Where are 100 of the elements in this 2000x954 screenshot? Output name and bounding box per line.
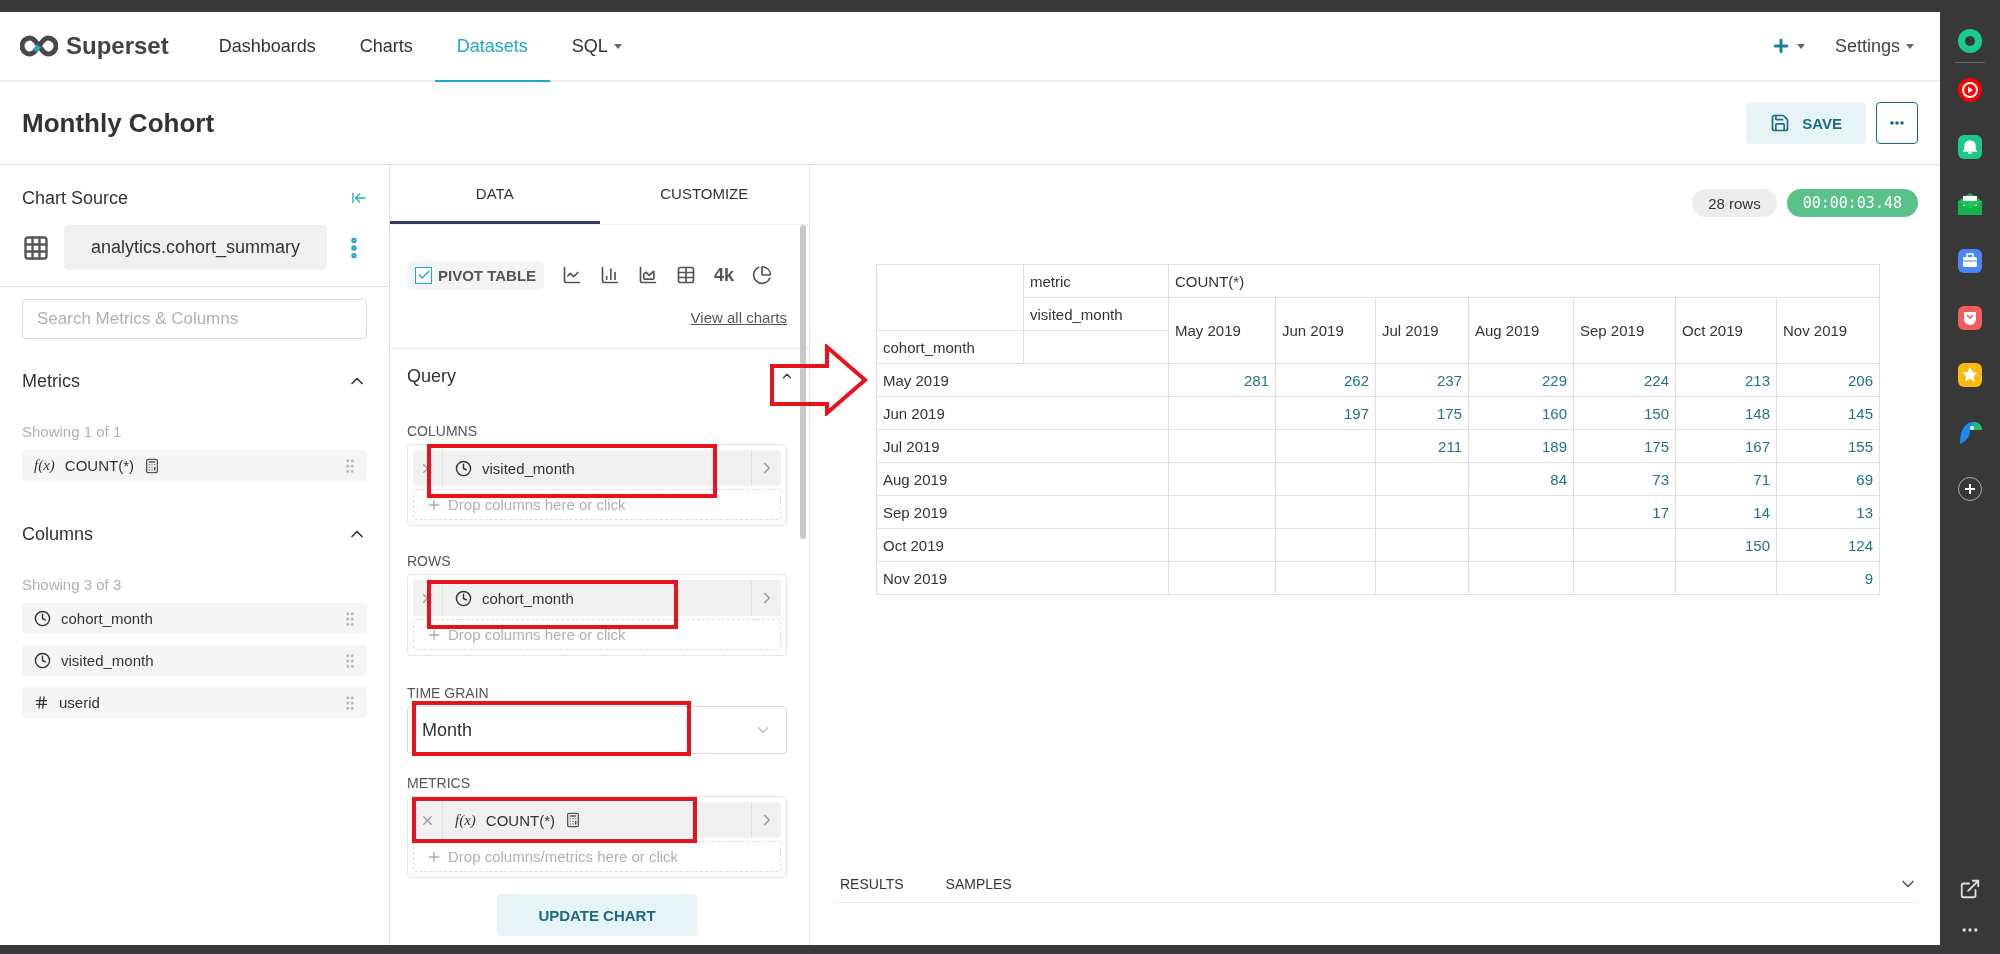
- bird-icon[interactable]: [1957, 419, 1983, 445]
- clock-icon: [34, 610, 51, 627]
- header-cell: cohort_month: [876, 330, 1024, 364]
- view-all-link[interactable]: View all charts: [690, 309, 787, 326]
- header-cell: Jul 2019: [1375, 297, 1469, 364]
- table-cell: 145: [1776, 396, 1880, 430]
- pill-label: COUNT(*): [485, 811, 555, 829]
- section-title: Metrics: [22, 370, 80, 392]
- table-icon[interactable]: [676, 265, 697, 285]
- table-cell: 213: [1675, 363, 1777, 397]
- nav-link[interactable]: Dashboards: [196, 12, 338, 82]
- area-chart-icon[interactable]: [638, 265, 659, 285]
- table-cell: 237: [1375, 363, 1469, 397]
- table-cell: 281: [1168, 363, 1276, 397]
- table-cell: 17: [1573, 495, 1676, 529]
- row-header-cell: Jun 2019: [876, 396, 1169, 430]
- timer-badge: 00:00:03.48: [1786, 189, 1918, 217]
- pie-chart-icon[interactable]: [752, 265, 773, 285]
- section-title: Columns: [22, 523, 94, 545]
- play-icon[interactable]: [1957, 77, 1983, 103]
- ellipsis-icon: [1890, 121, 1904, 125]
- update-chart-button[interactable]: UPDATE CHART: [497, 894, 697, 936]
- calculator-icon: [565, 812, 581, 828]
- save-button[interactable]: SAVE: [1746, 102, 1866, 144]
- item-label: cohort_month: [61, 610, 153, 627]
- table-cell: 150: [1675, 528, 1777, 562]
- bar-chart-icon[interactable]: [600, 265, 621, 285]
- table-cell: 167: [1675, 429, 1777, 463]
- row-header-cell: Sep 2019: [876, 495, 1169, 529]
- table-cell: 71: [1675, 462, 1777, 496]
- table-cell: 148: [1675, 396, 1777, 430]
- chart-type-chip[interactable]: PIVOT TABLE: [407, 260, 545, 290]
- brand-name: Superset: [66, 32, 169, 60]
- row-count-badge: 28 rows: [1692, 189, 1777, 217]
- table-cell: 14: [1675, 495, 1777, 529]
- external-link-icon[interactable]: [1959, 878, 1981, 900]
- header-cell: Jun 2019: [1275, 297, 1376, 364]
- table-cell: 229: [1468, 363, 1574, 397]
- bell-icon[interactable]: [1957, 134, 1983, 160]
- header-cell: COUNT(*): [1168, 264, 1880, 298]
- section-title: Query: [407, 365, 457, 387]
- control-label: TIME GRAIN: [407, 685, 490, 701]
- tab[interactable]: DATA: [390, 165, 600, 224]
- line-chart-icon[interactable]: [562, 265, 583, 285]
- control-label: ROWS: [407, 553, 452, 569]
- list-item[interactable]: userid: [22, 687, 367, 718]
- row-header-cell: Aug 2019: [876, 462, 1169, 496]
- selected-pill[interactable]: cohort_month: [413, 580, 781, 616]
- selected-pill[interactable]: visited_month: [413, 450, 781, 486]
- table-cell: 211: [1375, 429, 1469, 463]
- envelope-icon[interactable]: [1957, 191, 1983, 217]
- table-cell: 9: [1776, 561, 1880, 595]
- list-item[interactable]: cohort_month: [22, 603, 367, 634]
- table-cell: 160: [1468, 396, 1574, 430]
- list-item[interactable]: f(x) COUNT(*): [22, 450, 367, 481]
- search-field[interactable]: Search Metrics & Columns: [22, 299, 367, 339]
- item-count: Showing 3 of 3: [21, 576, 123, 593]
- settings-menu[interactable]: Settings: [1828, 12, 1920, 80]
- table-cell: 69: [1776, 462, 1880, 496]
- table-cell: 189: [1468, 429, 1574, 463]
- function-symbol: f(x): [34, 457, 55, 474]
- briefcase-icon[interactable]: [1957, 248, 1983, 274]
- list-item[interactable]: visited_month: [22, 645, 367, 676]
- panel-title: Chart Source: [22, 187, 129, 209]
- header-cell: visited_month: [1023, 297, 1169, 331]
- hash-icon: [34, 695, 49, 710]
- header-cell: Sep 2019: [1573, 297, 1676, 364]
- ring-icon[interactable]: [1957, 28, 1983, 54]
- table-cell: 13: [1776, 495, 1880, 529]
- caret-icon: [1906, 43, 1914, 49]
- table-cell: 124: [1776, 528, 1880, 562]
- big-number-type[interactable]: 4k: [714, 264, 735, 286]
- checkbox[interactable]: [415, 266, 432, 284]
- logo-icon: [20, 35, 58, 57]
- collapse-icon[interactable]: [351, 190, 367, 206]
- bookmark-icon[interactable]: [1957, 305, 1983, 331]
- table-cell: 150: [1573, 396, 1676, 430]
- more-button[interactable]: [1876, 102, 1918, 144]
- table-cell: 224: [1573, 363, 1676, 397]
- row-header-cell: Nov 2019: [876, 561, 1169, 595]
- row-header-cell: Jul 2019: [876, 429, 1169, 463]
- header-cell: Nov 2019: [1776, 297, 1880, 364]
- calculator-icon: [144, 457, 160, 474]
- table-cell: 73: [1573, 462, 1676, 496]
- clock-icon: [455, 459, 472, 477]
- add-icon[interactable]: [1957, 476, 1983, 502]
- control-label: COLUMNS: [407, 423, 478, 439]
- tab[interactable]: RESULTS: [840, 875, 904, 892]
- row-header-cell: May 2019: [876, 363, 1169, 397]
- select-field[interactable]: Month: [407, 706, 787, 754]
- tab[interactable]: CUSTOMIZE: [599, 165, 809, 224]
- nav-link[interactable]: SQL: [549, 12, 644, 82]
- header-cell: May 2019: [1168, 297, 1276, 364]
- table-cell: 84: [1468, 462, 1574, 496]
- header-cell: metric: [1023, 264, 1169, 298]
- row-header-cell: Oct 2019: [876, 528, 1169, 562]
- dataset-name[interactable]: analytics.cohort_summary: [64, 225, 327, 270]
- nav-link[interactable]: Charts: [337, 12, 435, 82]
- table-cell: 197: [1275, 396, 1376, 430]
- tab[interactable]: SAMPLES: [945, 875, 1012, 892]
